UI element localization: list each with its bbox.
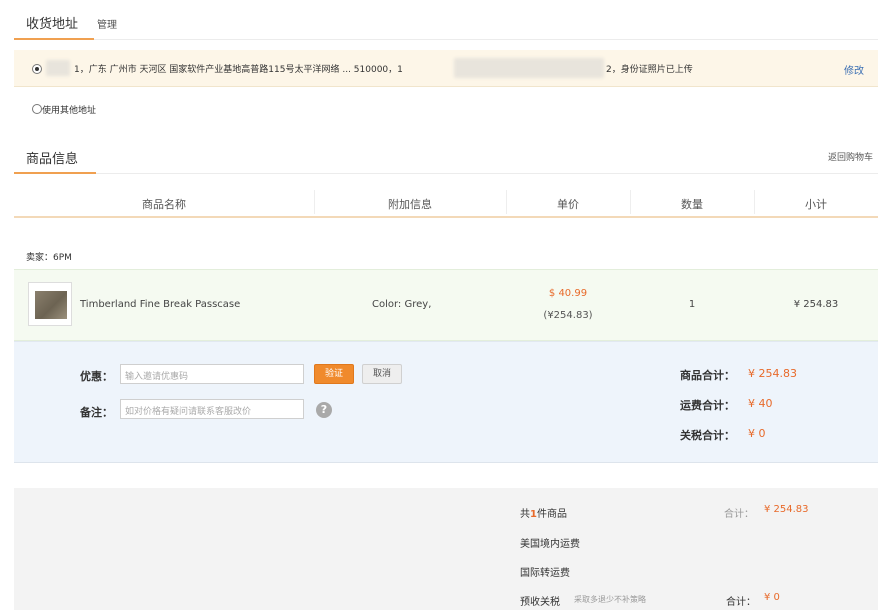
manage-address-link[interactable]: 管理 xyxy=(97,16,117,31)
address-radio-other[interactable] xyxy=(32,104,42,114)
col-header-subtotal: 小计 xyxy=(805,198,827,211)
item-count-prefix: 共 xyxy=(520,509,530,520)
coupon-input[interactable]: 输入邀请优惠码 xyxy=(120,364,304,384)
coupon-label: 优惠： xyxy=(80,370,113,383)
product-image xyxy=(35,291,67,319)
help-icon[interactable]: ? xyxy=(316,402,332,418)
verify-button[interactable]: 验证 xyxy=(314,364,354,384)
quantity-value: 1 xyxy=(688,299,696,310)
redacted-name xyxy=(46,60,70,76)
international-shipping-label: 国际转运费 xyxy=(520,568,570,579)
tax-sum-value: ¥ 0 xyxy=(764,592,780,603)
subtotal-value: ¥ 254.83 xyxy=(793,299,839,310)
item-count-number: 1 xyxy=(530,509,537,520)
product-tab-underline xyxy=(14,172,96,174)
product-row: Timberland Fine Break Passcase Color: Gr… xyxy=(14,269,878,341)
product-thumbnail[interactable] xyxy=(28,282,72,326)
goods-total-value: ¥ 254.83 xyxy=(748,367,797,380)
use-other-address-label[interactable]: 使用其他地址 xyxy=(42,103,96,116)
tax-total-value: ¥ 0 xyxy=(748,427,766,440)
goods-total-label: 商品合计： xyxy=(680,369,735,382)
col-header-quantity: 数量 xyxy=(681,198,703,211)
col-header-name: 商品名称 xyxy=(142,198,186,211)
item-count: 共1件商品 xyxy=(520,505,567,520)
shipping-total-value: ¥ 40 xyxy=(748,397,773,410)
col-header-extra: 附加信息 xyxy=(388,198,432,211)
cancel-button[interactable]: 取消 xyxy=(362,364,402,384)
divider xyxy=(96,173,878,174)
tax-total-label: 关税合计： xyxy=(680,429,735,442)
shipping-total-label: 运费合计： xyxy=(680,399,735,412)
coupon-note-panel: 优惠： 输入邀请优惠码 验证 取消 备注： 如对价格有疑问请联系客服改价 ? 商… xyxy=(14,341,878,463)
address-radio-selected[interactable] xyxy=(32,64,42,74)
price-cny: (¥254.83) xyxy=(543,310,593,321)
selected-address-row[interactable]: 1，广东 广州市 天河区 国家软件产业基地高普路115号太平洋网络 ... 51… xyxy=(14,50,878,87)
price-usd: $ 40.99 xyxy=(548,288,588,299)
product-section-title: 商品信息 xyxy=(26,152,79,167)
goods-sum-value: ¥ 254.83 xyxy=(764,504,809,515)
edit-address-link[interactable]: 修改 xyxy=(844,62,864,77)
product-name[interactable]: Timberland Fine Break Passcase xyxy=(80,299,240,310)
divider xyxy=(94,39,878,40)
note-label: 备注： xyxy=(80,406,113,419)
redacted-phone xyxy=(454,58,604,78)
prepaid-tax-label: 预收关税 xyxy=(520,597,560,608)
note-input[interactable]: 如对价格有疑问请联系客服改价 xyxy=(120,399,304,419)
address-text: 1，广东 广州市 天河区 国家软件产业基地高普路115号太平洋网络 ... 51… xyxy=(74,65,403,75)
product-extra-info: Color: Grey, xyxy=(372,299,432,310)
seller-label: 卖家：6PM xyxy=(26,253,72,263)
address-id-status: 2，身份证照片已上传 xyxy=(606,65,693,75)
item-count-suffix: 件商品 xyxy=(536,509,567,520)
address-tab-underline xyxy=(14,38,94,40)
domestic-shipping-label: 美国境内运费 xyxy=(520,539,580,550)
prepaid-tax-note: 采取多退少不补策略 xyxy=(574,595,646,604)
tax-sum-label: 合计： xyxy=(726,597,756,608)
back-to-cart-link[interactable]: 返回购物车 xyxy=(828,150,873,163)
table-header: 商品名称 附加信息 单价 数量 小计 xyxy=(14,186,878,218)
address-section-title: 收货地址 xyxy=(26,17,79,32)
col-header-price: 单价 xyxy=(557,198,579,211)
goods-sum-label: 合计： xyxy=(724,509,754,520)
order-summary-panel: 共1件商品 合计： ¥ 254.83 美国境内运费 国际转运费 预收关税 采取多… xyxy=(14,488,878,610)
